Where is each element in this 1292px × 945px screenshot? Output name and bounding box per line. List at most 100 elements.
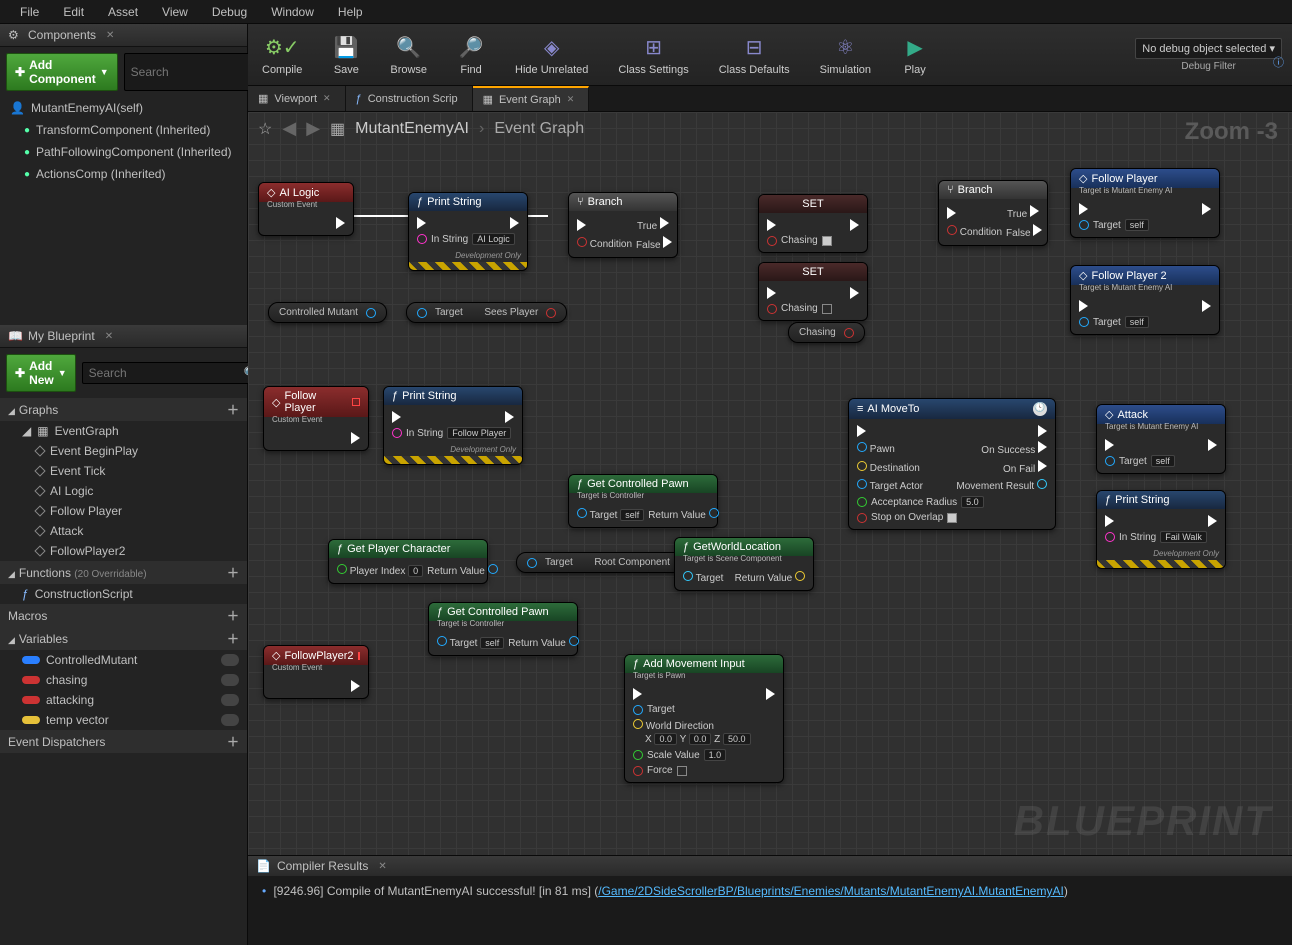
node-print-string[interactable]: ƒ Print String In String Fail Walk Devel…	[1096, 490, 1226, 569]
pill-controlled-mutant[interactable]: Controlled Mutant	[268, 302, 387, 323]
add-component-button[interactable]: ✚ Add Component▼	[6, 53, 118, 91]
class-defaults-button[interactable]: ⊟Class Defaults	[715, 32, 794, 78]
component-item[interactable]: ●PathFollowingComponent (Inherited)	[0, 141, 247, 163]
pill-chasing[interactable]: Chasing	[788, 322, 865, 343]
node-set-chasing-true[interactable]: SET Chasing	[758, 194, 868, 253]
menu-help[interactable]: Help	[326, 1, 375, 23]
graph-event[interactable]: FollowPlayer2	[0, 541, 247, 561]
visibility-toggle[interactable]	[221, 654, 239, 666]
node-attack-call[interactable]: ◇ Attack Target is Mutant Enemy AI Targe…	[1096, 404, 1226, 474]
variable-item[interactable]: chasing	[0, 670, 247, 690]
graph-event[interactable]: AI Logic	[0, 481, 247, 501]
close-icon[interactable]: ✕	[567, 94, 575, 105]
graph-canvas[interactable]: ☆ ◀ ▶ ▦ MutantEnemyAI › Event Graph Zoom…	[248, 112, 1292, 855]
node-follow-player2-call[interactable]: ◇ Follow Player 2 Target is Mutant Enemy…	[1070, 265, 1220, 335]
book-icon: 📖	[8, 329, 22, 343]
left-panel: ⚙ Components ✕ ✚ Add Component▼ 🔍 👤Mutan…	[0, 24, 248, 945]
variable-item[interactable]: ControlledMutant	[0, 650, 247, 670]
menu-file[interactable]: File	[8, 1, 51, 23]
graph-event[interactable]: Event BeginPlay	[0, 441, 247, 461]
add-new-button[interactable]: ✚ Add New▼	[6, 354, 76, 392]
node-ai-moveto[interactable]: ≡ AI MoveTo🕓 PawnOn Success DestinationO…	[848, 398, 1056, 530]
menu-edit[interactable]: Edit	[51, 1, 96, 23]
checkbox-icon[interactable]	[822, 304, 832, 314]
nav-back-button[interactable]: ◀	[282, 118, 296, 139]
menu-view[interactable]: View	[150, 1, 200, 23]
graphs-section[interactable]: ◢Graphs＋	[0, 398, 247, 421]
debug-object-select[interactable]: No debug object selected ▾	[1135, 38, 1282, 59]
checkbox-icon[interactable]	[822, 236, 832, 246]
close-icon[interactable]: ✕	[378, 861, 386, 872]
compile-button[interactable]: ⚙✓Compile	[258, 32, 306, 78]
breadcrumb-leaf[interactable]: Event Graph	[494, 120, 584, 138]
node-ailogic-event[interactable]: ◇ AI Logic Custom Event	[258, 182, 354, 236]
graph-icon: ▦	[330, 119, 345, 139]
close-icon[interactable]: ✕	[323, 93, 331, 104]
function-item[interactable]: ƒConstructionScript	[0, 584, 247, 604]
graph-event[interactable]: Attack	[0, 521, 247, 541]
find-button[interactable]: 🔎Find	[453, 32, 489, 78]
menu-asset[interactable]: Asset	[96, 1, 150, 23]
node-branch[interactable]: ⑂ Branch True ConditionFalse	[938, 180, 1048, 246]
functions-section[interactable]: ◢Functions (20 Overridable)＋	[0, 561, 247, 584]
nav-fwd-button[interactable]: ▶	[306, 118, 320, 139]
node-print-string[interactable]: ƒ Print String In String AI Logic Develo…	[408, 192, 528, 271]
breadcrumb-root[interactable]: MutantEnemyAI	[355, 120, 469, 138]
node-get-controlled-pawn[interactable]: ƒ Get Controlled Pawn Target is Controll…	[568, 474, 718, 528]
myblueprint-title: My Blueprint	[28, 329, 95, 343]
add-variable-button[interactable]: ＋	[227, 630, 239, 647]
favorite-icon[interactable]: ☆	[258, 119, 272, 139]
node-follow-player-event[interactable]: ◇ Follow Player Custom Event	[263, 386, 369, 451]
add-dispatcher-button[interactable]: ＋	[227, 733, 239, 750]
tab-eventgraph[interactable]: ▦Event Graph✕	[473, 86, 590, 111]
info-icon[interactable]: ⓘ	[1273, 54, 1284, 70]
node-get-world-location[interactable]: ƒ GetWorldLocation Target is Scene Compo…	[674, 537, 814, 591]
node-branch[interactable]: ⑂ Branch True ConditionFalse	[568, 192, 678, 258]
save-button[interactable]: 💾Save	[328, 32, 364, 78]
node-set-chasing-false[interactable]: SET Chasing	[758, 262, 868, 321]
variables-section[interactable]: ◢Variables＋	[0, 627, 247, 650]
pill-sees-player[interactable]: Target Sees Player	[406, 302, 567, 323]
node-add-movement-input[interactable]: ƒ Add Movement Input Target is Pawn Targ…	[624, 654, 784, 783]
browse-button[interactable]: 🔍Browse	[386, 32, 431, 78]
component-root[interactable]: 👤MutantEnemyAI(self)	[0, 97, 247, 119]
dispatchers-section[interactable]: Event Dispatchers＋	[0, 730, 247, 753]
graph-event[interactable]: Event Tick	[0, 461, 247, 481]
checkbox-icon[interactable]	[947, 513, 957, 523]
pill-root-component[interactable]: Target Root Component	[516, 552, 699, 573]
component-item[interactable]: ●ActionsComp (Inherited)	[0, 163, 247, 185]
visibility-toggle[interactable]	[221, 674, 239, 686]
compiler-link[interactable]: /Game/2DSideScrollerBP/Blueprints/Enemie…	[598, 884, 1064, 898]
node-follow-player2-event[interactable]: ◇ FollowPlayer2 Custom Event	[263, 645, 369, 699]
checkbox-icon[interactable]	[677, 766, 687, 776]
graph-root[interactable]: ◢▦ EventGraph	[0, 421, 247, 441]
node-print-string[interactable]: ƒ Print String In String Follow Player D…	[383, 386, 523, 465]
visibility-toggle[interactable]	[221, 714, 239, 726]
variable-item[interactable]: temp vector	[0, 710, 247, 730]
node-follow-player-call[interactable]: ◇ Follow Player Target is Mutant Enemy A…	[1070, 168, 1220, 238]
node-get-controlled-pawn[interactable]: ƒ Get Controlled Pawn Target is Controll…	[428, 602, 578, 656]
tab-viewport[interactable]: ▦Viewport✕	[248, 86, 346, 111]
event-icon	[34, 545, 45, 556]
graph-event[interactable]: Follow Player	[0, 501, 247, 521]
hide-unrelated-button[interactable]: ◈Hide Unrelated	[511, 32, 592, 78]
add-graph-button[interactable]: ＋	[227, 401, 239, 418]
simulation-button[interactable]: ⚛Simulation	[816, 32, 875, 78]
component-item[interactable]: ●TransformComponent (Inherited)	[0, 119, 247, 141]
play-button[interactable]: ▶Play	[897, 32, 933, 78]
add-macro-button[interactable]: ＋	[227, 607, 239, 624]
class-settings-button[interactable]: ⊞Class Settings	[614, 32, 692, 78]
macros-section[interactable]: Macros＋	[0, 604, 247, 627]
close-icon[interactable]: ✕	[105, 331, 113, 342]
myblueprint-search[interactable]: 🔍	[82, 362, 266, 384]
visibility-toggle[interactable]	[221, 694, 239, 706]
node-get-player-character[interactable]: ƒ Get Player Character Player Index 0Ret…	[328, 539, 488, 584]
myblueprint-search-input[interactable]	[89, 366, 244, 380]
tab-construction[interactable]: ƒConstruction Scrip	[346, 86, 473, 111]
add-function-button[interactable]: ＋	[227, 564, 239, 581]
components-title: Components	[28, 28, 96, 42]
menu-debug[interactable]: Debug	[200, 1, 259, 23]
menu-window[interactable]: Window	[259, 1, 326, 23]
close-icon[interactable]: ✕	[106, 30, 114, 41]
variable-item[interactable]: attacking	[0, 690, 247, 710]
